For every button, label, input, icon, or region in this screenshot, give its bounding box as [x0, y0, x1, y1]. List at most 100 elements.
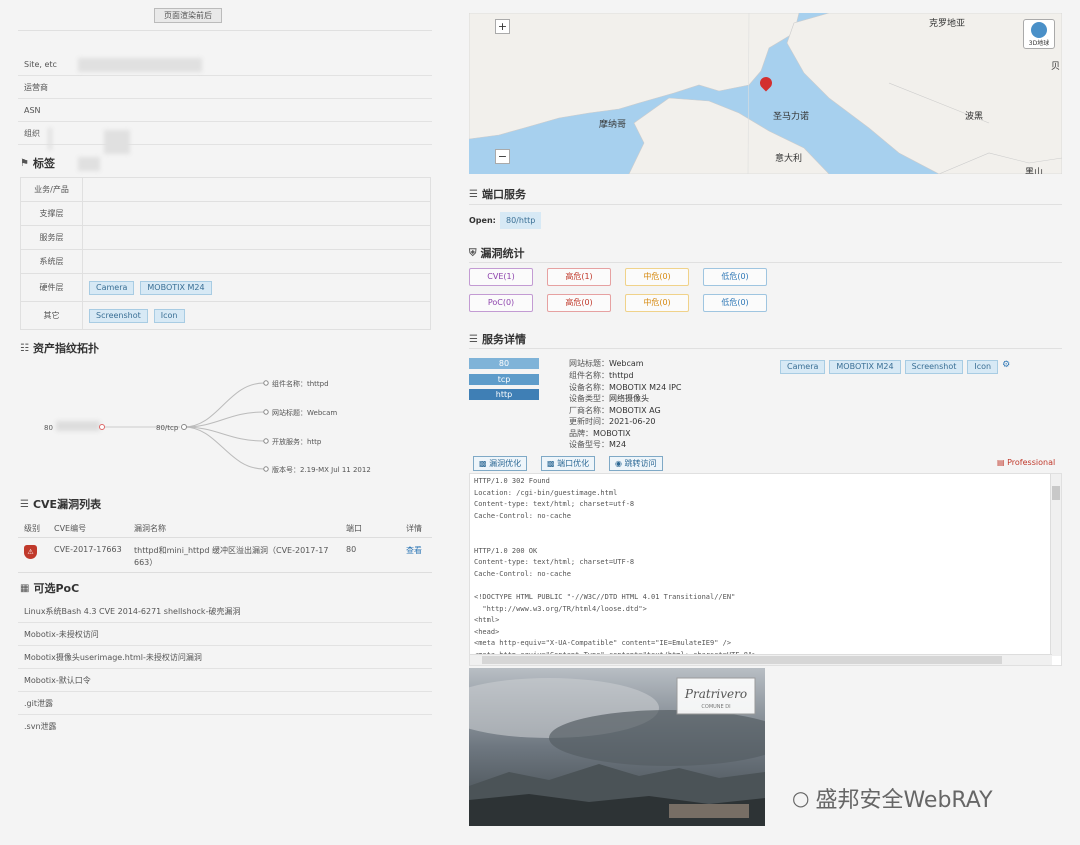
tag-label: 系统层 [20, 249, 83, 274]
divider [18, 30, 432, 31]
map-label: 黑山 [1025, 168, 1044, 174]
topology-middle-node[interactable] [181, 424, 187, 430]
table-row: 服务层 [20, 225, 431, 250]
cve-name: thttpd和mini_httpd 缓冲区溢出漏洞（CVE-2017-17 [134, 546, 329, 555]
sitemap-icon: ☷ [20, 342, 29, 354]
poc-item[interactable]: .git泄露 [18, 692, 432, 715]
service-field: 组件名称：thttpd [569, 371, 634, 380]
3d-globe-button[interactable]: 3D地球 [1023, 19, 1055, 49]
topology-edge [183, 426, 265, 470]
divider [469, 204, 1062, 205]
service-field: 厂商名称：MOBOTIX AG [569, 406, 661, 415]
service-chips: Camera MOBOTIX M24 Screenshot Icon ⚙ [780, 360, 1010, 374]
column-header: 端口 [346, 524, 362, 533]
webcam-image: Pratrivero COMUNE DI [469, 668, 765, 826]
topology-root-node[interactable] [99, 424, 105, 430]
map-label: 克罗地亚 [929, 19, 966, 29]
professional-badge[interactable]: ▤ Professional [997, 458, 1055, 467]
column-header: 漏洞名称 [134, 524, 166, 533]
topology-edge [183, 382, 265, 428]
vertical-scrollbar[interactable] [1050, 474, 1061, 656]
tag-chip-icon[interactable]: Icon [153, 308, 185, 323]
service-chip-screenshot[interactable]: Screenshot [904, 360, 964, 374]
banner-text: HTTP/1.0 302 Found Location: /cgi-bin/gu… [474, 477, 756, 659]
ports-section-title: ☰ 端口服务 [469, 188, 526, 201]
share-icon[interactable]: ⚙ [1002, 360, 1010, 374]
topology-leaf-label: 开放服务：http [272, 437, 322, 446]
service-field: 更新时间：2021-06-20 [569, 417, 656, 426]
poc-count-button[interactable]: PoC(0) [469, 294, 533, 312]
cve-medium-button[interactable]: 中危(0) [625, 268, 689, 286]
tag-chip-camera[interactable]: Camera [89, 280, 135, 295]
topology-leaf-node[interactable] [263, 438, 269, 444]
service-field: 网站标题：Webcam [569, 359, 644, 368]
zoom-in-button[interactable]: + [495, 19, 510, 34]
severity-high-icon: ⚠ [24, 545, 37, 559]
zoom-out-button[interactable]: − [495, 149, 510, 164]
tag-chip-model[interactable]: MOBOTIX M24 [140, 280, 212, 295]
table-row: 其它 Screenshot Icon [20, 301, 431, 330]
redacted-value [48, 128, 52, 150]
poc-item[interactable]: Mobotix摄像头userimage.html-未授权访问漏洞 [18, 646, 432, 669]
poc-item[interactable]: Linux系统Bash 4.3 CVE 2014-6271 shellshock… [18, 600, 432, 623]
service-field: 设备类型：网络摄像头 [569, 394, 649, 403]
list-icon: ☰ [469, 333, 478, 345]
scroll-thumb[interactable] [482, 656, 1002, 664]
table-row: 系统层 [20, 249, 431, 274]
webcam-screenshot: Pratrivero COMUNE DI [469, 668, 765, 826]
left-panel: 页面渲染前后 Site, etc 运营商 ASN 组织 ⚑ 标签 业务/产品 支… [18, 0, 432, 845]
poc-high-button[interactable]: 高危(0) [547, 294, 611, 312]
topology-root-label: 80 [44, 424, 53, 432]
topology-leaf-label: 网站标题：Webcam [272, 408, 337, 417]
table-row: ⚠ CVE-2017-17663 thttpd和mini_httpd 缓冲区溢出… [18, 539, 432, 573]
vuln-optimize-button[interactable]: ▩ 漏洞优化 [473, 456, 528, 471]
service-chip-model[interactable]: MOBOTIX M24 [829, 360, 901, 374]
topology-leaf-node[interactable] [263, 380, 269, 386]
table-row: 支撑层 [20, 201, 431, 226]
redacted-value [78, 58, 202, 72]
service-field: 品牌：MOBOTIX [569, 429, 631, 438]
horizontal-scrollbar[interactable] [470, 654, 1052, 665]
map-land [469, 13, 1062, 174]
watermark: ○ 盛邦安全WebRAY [792, 786, 993, 813]
poc-medium-button[interactable]: 中危(0) [625, 294, 689, 312]
port-optimize-button[interactable]: ▩ 端口优化 [541, 456, 596, 471]
poc-low-button[interactable]: 低危(0) [703, 294, 767, 312]
map-label: 意大利 [775, 154, 803, 164]
render-toggle-button[interactable]: 页面渲染前后 [154, 8, 222, 23]
tags-table: 业务/产品 支撑层 服务层 系统层 硬件层 Camera MOBOTIX M24 … [20, 177, 431, 330]
banner-response[interactable]: HTTP/1.0 302 Found Location: /cgi-bin/gu… [469, 473, 1062, 666]
tag-label: 业务/产品 [20, 177, 83, 202]
tag-label: 硬件层 [20, 273, 83, 302]
service-chip-icon[interactable]: Icon [967, 360, 999, 374]
vuln-stats-title: ⛨ 漏洞统计 [469, 247, 525, 260]
cve-low-button[interactable]: 低危(0) [703, 268, 767, 286]
fingerprint-topology: 80 80/tcp 组件名称：thttpd 网站标题：Webcam 开放服务：h… [44, 379, 371, 474]
cve-high-button[interactable]: 高危(1) [547, 268, 611, 286]
tag-chip-screenshot[interactable]: Screenshot [89, 308, 148, 323]
tag-label: 服务层 [20, 225, 83, 250]
cve-detail-link[interactable]: 查看 [406, 545, 422, 556]
poc-item[interactable]: .svn泄露 [18, 715, 432, 738]
poc-item[interactable]: Mobotix-未授权访问 [18, 623, 432, 646]
protocol-tag: tcp [469, 374, 539, 385]
scroll-thumb[interactable] [1052, 486, 1060, 500]
cve-id: CVE-2017-17663 [54, 545, 122, 554]
shield-icon: ⛨ [469, 247, 477, 259]
cve-count-button[interactable]: CVE(1) [469, 268, 533, 286]
poc-section-title: ▦ 可选PoC [20, 582, 80, 595]
location-map[interactable]: + − 克罗地亚 摩纳哥 圣马力诺 波黑 意大利 黑山 贝 3D地球 [469, 13, 1062, 174]
jump-visit-button[interactable]: ◉ 跳转访问 [609, 456, 663, 471]
service-tag: http [469, 389, 539, 400]
service-chip-camera[interactable]: Camera [780, 360, 826, 374]
topology-leaf-node[interactable] [263, 409, 269, 415]
map-label: 摩纳哥 [599, 120, 627, 130]
topology-leaf-node[interactable] [263, 466, 269, 472]
chart-icon: ▩ [479, 459, 487, 468]
cve-section-title: ☰ CVE漏洞列表 [20, 498, 102, 511]
open-port-chip[interactable]: 80/http [500, 212, 542, 229]
poc-item[interactable]: Mobotix-默认口令 [18, 669, 432, 692]
tag-label: 其它 [20, 301, 83, 330]
list-icon: ☰ [469, 188, 478, 200]
service-field: 设备型号：M24 [569, 440, 627, 449]
